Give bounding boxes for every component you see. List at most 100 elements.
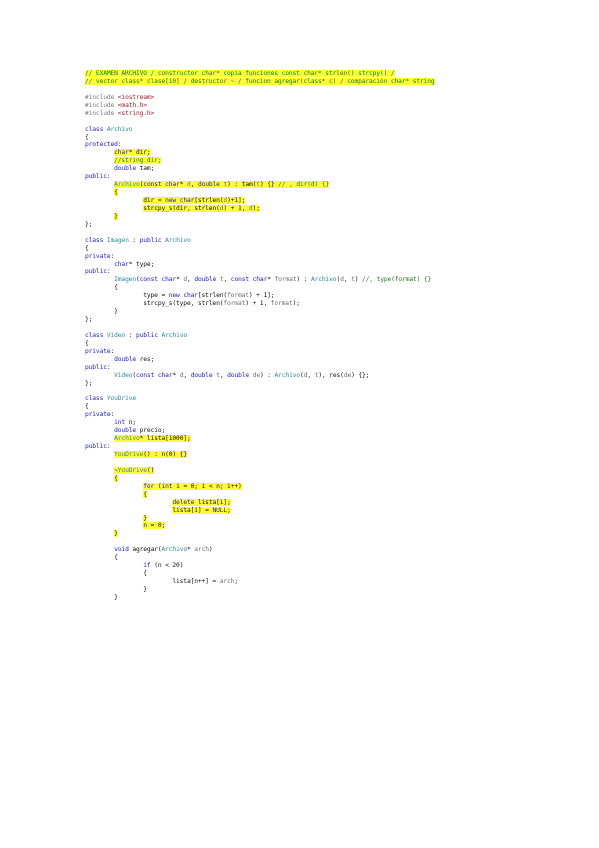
highlighted-code: dir = new char[strlen(d)+1];	[143, 197, 245, 204]
code-token: private	[85, 411, 111, 419]
code-line: {	[85, 554, 435, 562]
code-token: :	[106, 363, 111, 371]
code-line: {	[85, 340, 435, 348]
code-token: const char	[143, 181, 180, 189]
highlighted-code: Archivo* lista[1000];	[114, 435, 191, 443]
code-token: :	[117, 141, 122, 149]
code-token: delete	[172, 498, 195, 506]
highlighted-code: lista[i] = NULL;	[172, 506, 231, 514]
highlighted-code: }	[114, 212, 118, 220]
code-line: };	[85, 221, 435, 229]
code-token: ;	[234, 578, 238, 585]
code-token: i = 0; i < n; i++)	[172, 482, 242, 490]
code-token: public	[136, 331, 162, 339]
highlighted-code: Archivo(const char* d, double t) : tam(t…	[114, 181, 330, 189]
code-line: #include <math.h>	[85, 102, 435, 110]
code-token: double	[114, 355, 136, 363]
code-token: Archivo	[106, 125, 133, 133]
code-token: n = 0;	[143, 522, 166, 530]
code-token: void	[114, 546, 129, 554]
code-token: ,	[307, 371, 315, 379]
code-token: Archivo	[114, 181, 140, 189]
code-line: }	[85, 594, 435, 602]
code-token: dir =	[143, 197, 166, 204]
code-line: class Video : public Archivo	[85, 332, 435, 340]
code-line: strcpy_s(type, strlen(format) + 1, forma…	[85, 300, 435, 308]
code-token: ) {}	[259, 181, 279, 189]
code-token: public	[85, 363, 107, 371]
code-line: public:	[85, 173, 435, 181]
code-token: YouDrive	[117, 466, 147, 474]
code-line: double tam;	[85, 165, 435, 173]
code-line: double precio;	[85, 427, 435, 435]
code-token: *	[267, 276, 275, 284]
code-token: YouDrive	[106, 395, 136, 403]
code-token: }	[85, 593, 118, 601]
code-token: )	[354, 276, 363, 284]
code-line: Archivo(const char* d, double t) : tam(t…	[85, 181, 435, 189]
code-line: Video(const char* d, double t, double de…	[85, 372, 435, 380]
code-line: // EXAMEN ARCHIVO / constructor char* co…	[85, 70, 435, 78]
code-token: class	[85, 395, 107, 403]
code-token: {	[114, 189, 118, 197]
code-token: private	[85, 252, 111, 260]
code-line: }	[85, 530, 435, 538]
code-line: #include <string.h>	[85, 110, 435, 118]
code-token: de	[343, 371, 352, 379]
code-token: ), res(	[318, 371, 344, 379]
highlighted-code: delete lista[i];	[172, 498, 231, 506]
code-token: {	[85, 570, 147, 578]
code-token: double	[114, 165, 136, 173]
code-token: {	[85, 133, 89, 141]
code-token: public	[85, 443, 107, 451]
code-token: de	[252, 371, 260, 379]
code-token: Archivo	[165, 236, 191, 244]
code-token: );	[252, 204, 260, 212]
code-token: ) :	[296, 276, 311, 284]
code-token: Imagen	[114, 276, 136, 284]
code-line: class Archivo	[85, 126, 435, 134]
code-token: }	[143, 514, 147, 522]
code-token: // , dir(d) {}	[278, 181, 330, 189]
code-token: :	[106, 268, 111, 276]
code-line: YouDrive() : n(0) {}	[85, 451, 435, 459]
code-token: (	[154, 482, 162, 490]
code-line: int n;	[85, 419, 435, 427]
code-token: protected	[85, 141, 118, 149]
code-token: {	[143, 490, 147, 498]
code-token: public	[85, 173, 107, 181]
code-line: delete lista[i];	[85, 498, 435, 507]
code-token: [strlen(	[194, 197, 224, 204]
code-line: strcpy_s(dir, strlen(d) + 1, d);	[85, 204, 435, 213]
code-line: private:	[85, 348, 435, 356]
code-token: :	[128, 236, 140, 244]
code-token: :	[106, 173, 111, 181]
code-token: ) {};	[351, 371, 370, 379]
code-token: double	[227, 371, 250, 379]
code-token: char	[114, 149, 129, 157]
code-token: ) + 1,	[223, 204, 249, 212]
code-line: private:	[85, 253, 435, 261]
code-token: lista[n++] =	[85, 578, 220, 585]
code-line: ~YouDrive()	[85, 466, 435, 475]
